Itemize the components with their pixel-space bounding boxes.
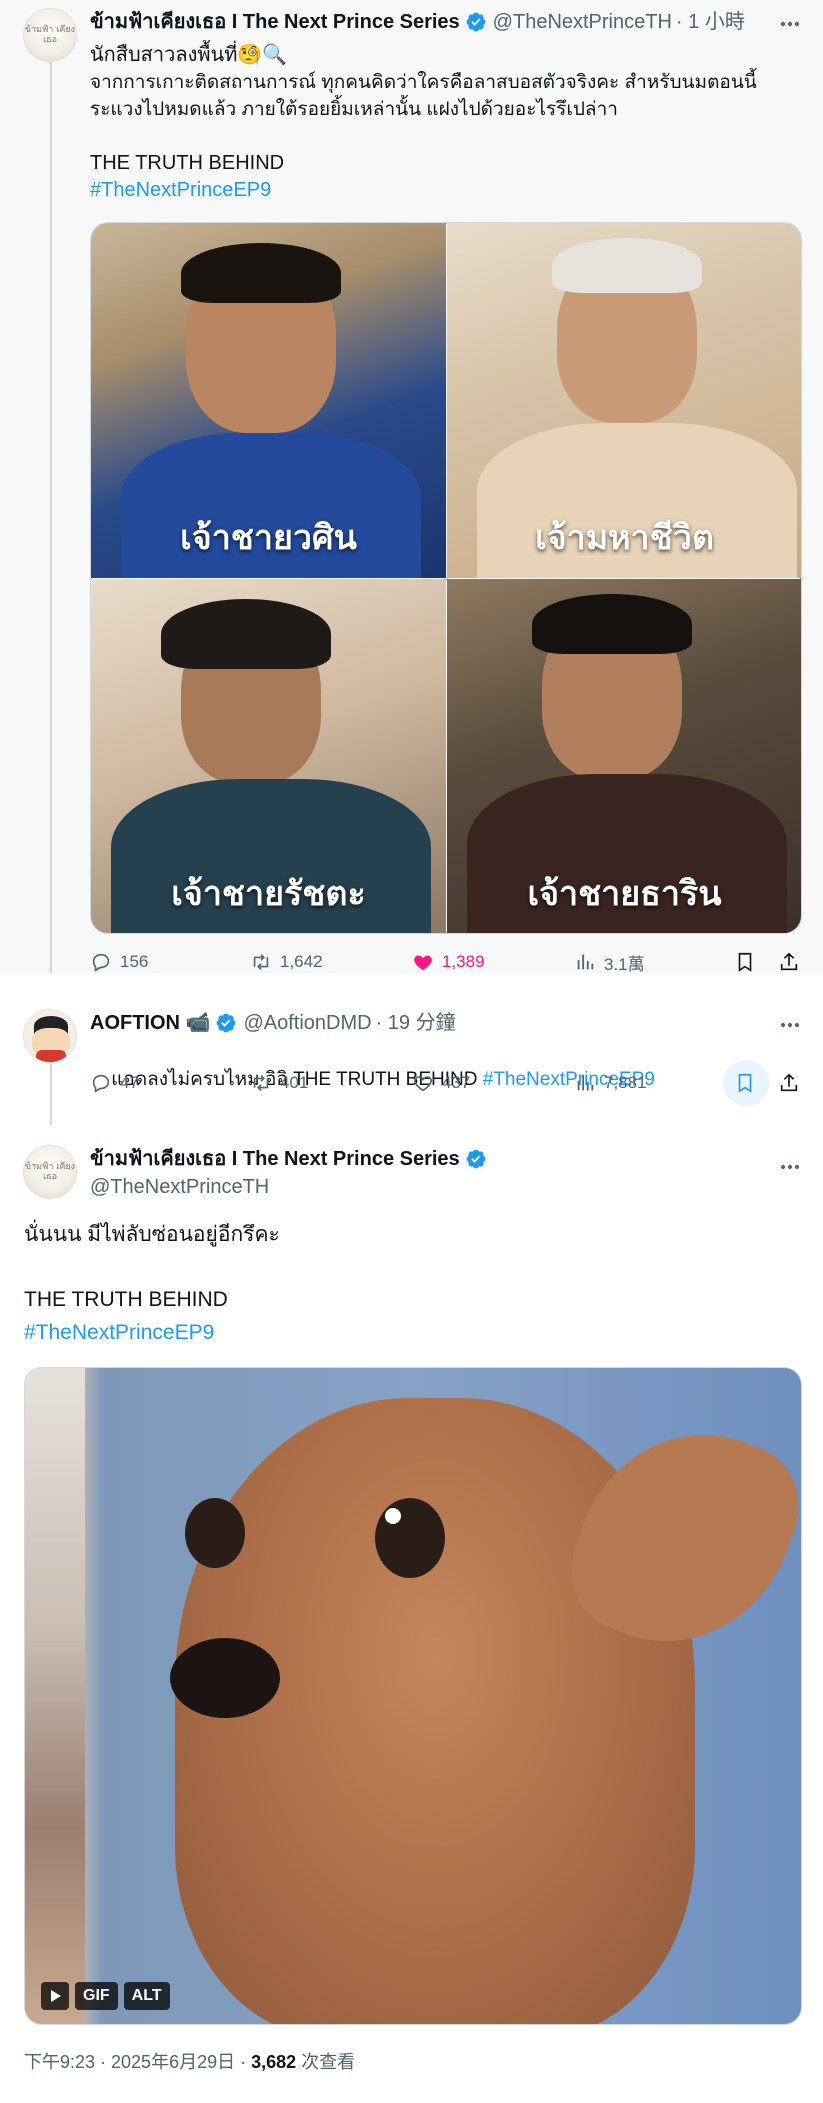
- views-suffix: 次查看: [296, 2052, 356, 2072]
- dog-eye-highlight: [385, 1508, 401, 1524]
- portrait-hair-shape: [161, 599, 331, 669]
- cartoon-shirt-shape: [36, 1050, 66, 1062]
- author-avatar[interactable]: [23, 1009, 77, 1063]
- bookmark-button[interactable]: [734, 1072, 764, 1094]
- gif-badges: GIF ALT: [41, 1982, 170, 2010]
- thread-connector-line: [50, 62, 52, 973]
- portrait-hair-shape: [181, 243, 341, 303]
- reply-count: 156: [120, 952, 149, 971]
- portrait-hair-shape: [552, 238, 702, 293]
- photo-caption: เจ้าชายธาริน: [527, 874, 722, 914]
- bookmark-button[interactable]: [734, 951, 764, 973]
- tweet-time[interactable]: · 19 分鐘: [376, 1011, 456, 1035]
- reply-count: 47: [120, 1073, 139, 1092]
- share-button[interactable]: [778, 1072, 808, 1094]
- views-button[interactable]: 3.1萬: [574, 950, 645, 975]
- author-name[interactable]: ข้ามฟ้าเคียงเธอ I The Next Prince Series: [90, 10, 460, 34]
- tweet-header: AOFTION 📹 @AoftionDMD · 19 分鐘: [90, 1011, 456, 1035]
- tweet-header-handle: @TheNextPrinceTH: [90, 1175, 269, 1199]
- tweet-text-line-1: นั่นนน มีไพ่ลับซ่อนอยู่อีกรึคะ: [24, 1223, 280, 1246]
- tweet-action-bar: 47 401 437 7,881: [0, 1060, 823, 1106]
- photo-caption: เจ้าชายวศิน: [180, 518, 357, 558]
- tweet-text-line-2: THE TRUTH BEHIND: [24, 1288, 228, 1311]
- retweet-button[interactable]: 401: [250, 1072, 308, 1094]
- retweet-icon: [253, 954, 269, 970]
- reply-button[interactable]: 156: [90, 951, 148, 973]
- tweet-header-name: ข้ามฟ้าเคียงเธอ I The Next Prince Series: [90, 1147, 487, 1171]
- more-options-icon[interactable]: [774, 12, 806, 36]
- gif-play-badge[interactable]: [41, 1982, 69, 2010]
- alt-text-badge[interactable]: ALT: [123, 1982, 170, 2010]
- hashtag-link[interactable]: #TheNextPrinceEP9: [24, 1319, 214, 1346]
- dog-eye-right: [375, 1498, 445, 1578]
- like-button[interactable]: 1,389: [412, 951, 485, 973]
- retweet-icon: [253, 1075, 269, 1091]
- author-name[interactable]: AOFTION 📹: [90, 1011, 210, 1035]
- retweet-count: 401: [280, 1073, 309, 1092]
- tweet-text-line-3: ระแวงไปหมดแล้ว ภายใต้รอยยิ้มเหล่านั้น แฝ…: [90, 99, 618, 120]
- gif-background-wall: [25, 1368, 85, 2024]
- photo-prince-ratchata[interactable]: เจ้าชายรัชตะ: [91, 579, 446, 933]
- tweet-action-bar: 156 1,642 1,389 3.1萬: [0, 948, 823, 976]
- like-count: 437: [442, 1073, 471, 1092]
- photo-great-king[interactable]: เจ้ามหาชีวิต: [447, 223, 801, 578]
- verified-badge-icon: [466, 12, 486, 32]
- verified-badge-icon: [217, 1013, 236, 1033]
- bookmark-icon: [738, 952, 752, 972]
- bookmark-icon: [738, 1073, 752, 1093]
- tweet-header: ข้ามฟ้าเคียงเธอ I The Next Prince Series…: [90, 10, 745, 34]
- view-count: 7,881: [604, 1073, 647, 1092]
- analytics-icon: [577, 954, 594, 970]
- play-icon: [51, 1990, 61, 2002]
- reply-button[interactable]: 47: [90, 1072, 139, 1094]
- tweet-2[interactable]: AOFTION 📹 @AoftionDMD · 19 分鐘 แอดลงไม่คร…: [0, 985, 823, 1125]
- view-count: 3.1萬: [604, 954, 645, 974]
- tweet-view-count: 3,682: [251, 2052, 297, 2072]
- analytics-icon: [577, 1075, 594, 1091]
- photo-caption: เจ้ามหาชีวิต: [535, 518, 714, 558]
- retweet-button[interactable]: 1,642: [250, 951, 323, 973]
- photo-caption: เจ้าชายรัชตะ: [171, 874, 366, 914]
- tweet-text-line-1: นักสืบสาวลงพื้นที่🧐🔍: [90, 44, 288, 66]
- more-options-icon[interactable]: [774, 1013, 806, 1037]
- tweet-time[interactable]: · 1 小時: [676, 10, 745, 34]
- tweet-text-line-2: จากการเกาะติดสถานการณ์ ทุกคนคิดว่าใครคือ…: [90, 72, 757, 93]
- views-button[interactable]: 7,881: [574, 1072, 647, 1094]
- like-button[interactable]: 437: [412, 1072, 470, 1094]
- photo-prince-tharin[interactable]: เจ้าชายธาริน: [447, 579, 801, 933]
- share-button[interactable]: [778, 951, 808, 973]
- tweet-text-line-4: THE TRUTH BEHIND: [90, 152, 285, 174]
- verified-badge-icon: [466, 1149, 486, 1169]
- tweet-timestamp[interactable]: 下午9:23 · 2025年6月29日 ·: [24, 2052, 251, 2072]
- heart-icon: [414, 1076, 432, 1092]
- avatar-logo-text: ข้ามฟ้า เคียงเธอ: [24, 1162, 76, 1182]
- author-handle[interactable]: @TheNextPrinceTH: [90, 1175, 269, 1199]
- hashtag-link[interactable]: #TheNextPrinceEP9: [90, 177, 271, 204]
- reply-icon: [92, 953, 110, 972]
- like-count: 1,389: [442, 952, 485, 971]
- more-options-icon[interactable]: [774, 1155, 806, 1179]
- tweet-separator: [0, 973, 823, 985]
- photo-grid[interactable]: เจ้าชายวศิน เจ้ามหาชีวิต เจ้าชายรัชตะ เจ…: [90, 222, 802, 934]
- avatar-logo-text: ข้ามฟ้า เคียงเธอ: [24, 25, 76, 45]
- dog-eye-left: [185, 1498, 245, 1568]
- heart-filled-icon: [414, 955, 432, 971]
- author-name[interactable]: ข้ามฟ้าเคียงเธอ I The Next Prince Series: [90, 1147, 460, 1171]
- author-handle[interactable]: @TheNextPrinceTH: [493, 10, 672, 34]
- tweet-timestamp-row: 下午9:23 · 2025年6月29日 · 3,682 次查看: [24, 2048, 355, 2074]
- author-avatar[interactable]: ข้ามฟ้า เคียงเธอ: [23, 8, 77, 62]
- portrait-hair-shape: [532, 594, 692, 654]
- retweet-count: 1,642: [280, 952, 323, 971]
- author-handle[interactable]: @AoftionDMD: [243, 1011, 371, 1035]
- reply-icon: [92, 1074, 110, 1093]
- gif-media[interactable]: GIF ALT: [24, 1367, 802, 2025]
- share-icon: [780, 952, 798, 971]
- photo-prince-wasin[interactable]: เจ้าชายวศิน: [91, 223, 446, 578]
- tweet-1[interactable]: ข้ามฟ้า เคียงเธอ ข้ามฟ้าเคียงเธอ I The N…: [0, 0, 823, 976]
- gif-label: GIF: [75, 1982, 118, 2010]
- dog-nose-shape: [170, 1638, 280, 1718]
- author-avatar[interactable]: ข้ามฟ้า เคียงเธอ: [23, 1145, 77, 1199]
- share-icon: [780, 1073, 798, 1092]
